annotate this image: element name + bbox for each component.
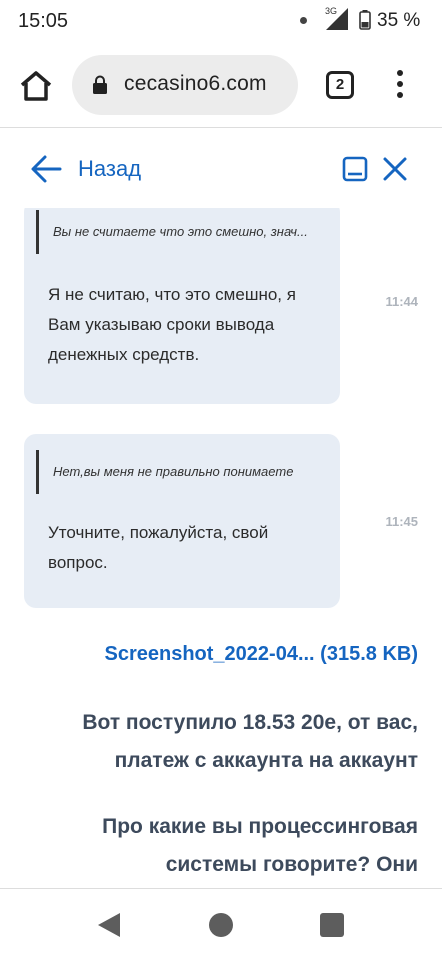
arrow-back-icon (31, 155, 62, 183)
home-icon[interactable] (18, 68, 54, 104)
nav-home-icon[interactable] (209, 913, 233, 937)
message-line: Вам указываю сроки вывода (48, 315, 275, 334)
signal-icon (326, 8, 348, 30)
message-timestamp: 11:44 (385, 294, 418, 309)
battery-icon (359, 10, 371, 30)
system-nav-bar (0, 888, 442, 960)
minimize-icon[interactable] (342, 156, 368, 182)
lock-icon (93, 75, 107, 94)
notification-dot-icon (300, 17, 307, 24)
url-text: cecasino6.com (124, 72, 267, 95)
status-time: 15:05 (18, 10, 69, 32)
message-line: денежных средств. (48, 345, 200, 364)
outgoing-message: Про какие вы процессинговая системы гово… (102, 808, 418, 884)
message-list[interactable]: Вы не считаете что это смешно, знач... Я… (0, 208, 442, 888)
back-button[interactable]: Назад (30, 152, 141, 186)
message-line: системы говорите? Они (165, 853, 418, 876)
message-text: Я не считаю, что это смешно, я Вам указы… (48, 280, 328, 370)
more-vert-icon[interactable] (394, 68, 406, 100)
nav-back-icon[interactable] (98, 913, 120, 937)
message-bubble: Нет,вы меня не правильно понимаете Уточн… (24, 434, 340, 608)
attachment-link[interactable]: Screenshot_2022-04... (315.8 KB) (105, 643, 419, 666)
message-line: Про какие вы процессинговая (102, 815, 418, 838)
address-bar[interactable]: cecasino6.com (72, 55, 298, 115)
chat-header: Назад (0, 130, 442, 208)
tabs-switcher-button[interactable]: 2 (326, 71, 354, 99)
nav-recents-icon[interactable] (320, 913, 344, 937)
message-bubble: Вы не считаете что это смешно, знач... Я… (24, 208, 340, 404)
message-line: Уточните, пожалуйста, свой (48, 523, 269, 542)
message-timestamp: 11:45 (385, 514, 418, 529)
close-icon[interactable] (382, 156, 408, 182)
message-line: Я не считаю, что это смешно, я (48, 285, 296, 304)
battery-percentage: 35 % (377, 10, 421, 31)
message-line: вопрос. (48, 553, 108, 572)
quoted-message: Вы не считаете что это смешно, знач... (36, 210, 308, 254)
message-line: Вот поступило 18.53 20е, от вас, (82, 711, 418, 734)
message-line: платеж с аккаунта на аккаунт (114, 749, 418, 772)
message-text: Уточните, пожалуйста, свой вопрос. (48, 518, 328, 578)
back-label: Назад (78, 156, 142, 181)
browser-toolbar: cecasino6.com 2 (0, 44, 442, 128)
status-bar: 15:05 3G 35 % (0, 0, 442, 44)
quoted-message: Нет,вы меня не правильно понимаете (36, 450, 293, 494)
outgoing-message: Вот поступило 18.53 20е, от вас, платеж … (82, 704, 418, 780)
